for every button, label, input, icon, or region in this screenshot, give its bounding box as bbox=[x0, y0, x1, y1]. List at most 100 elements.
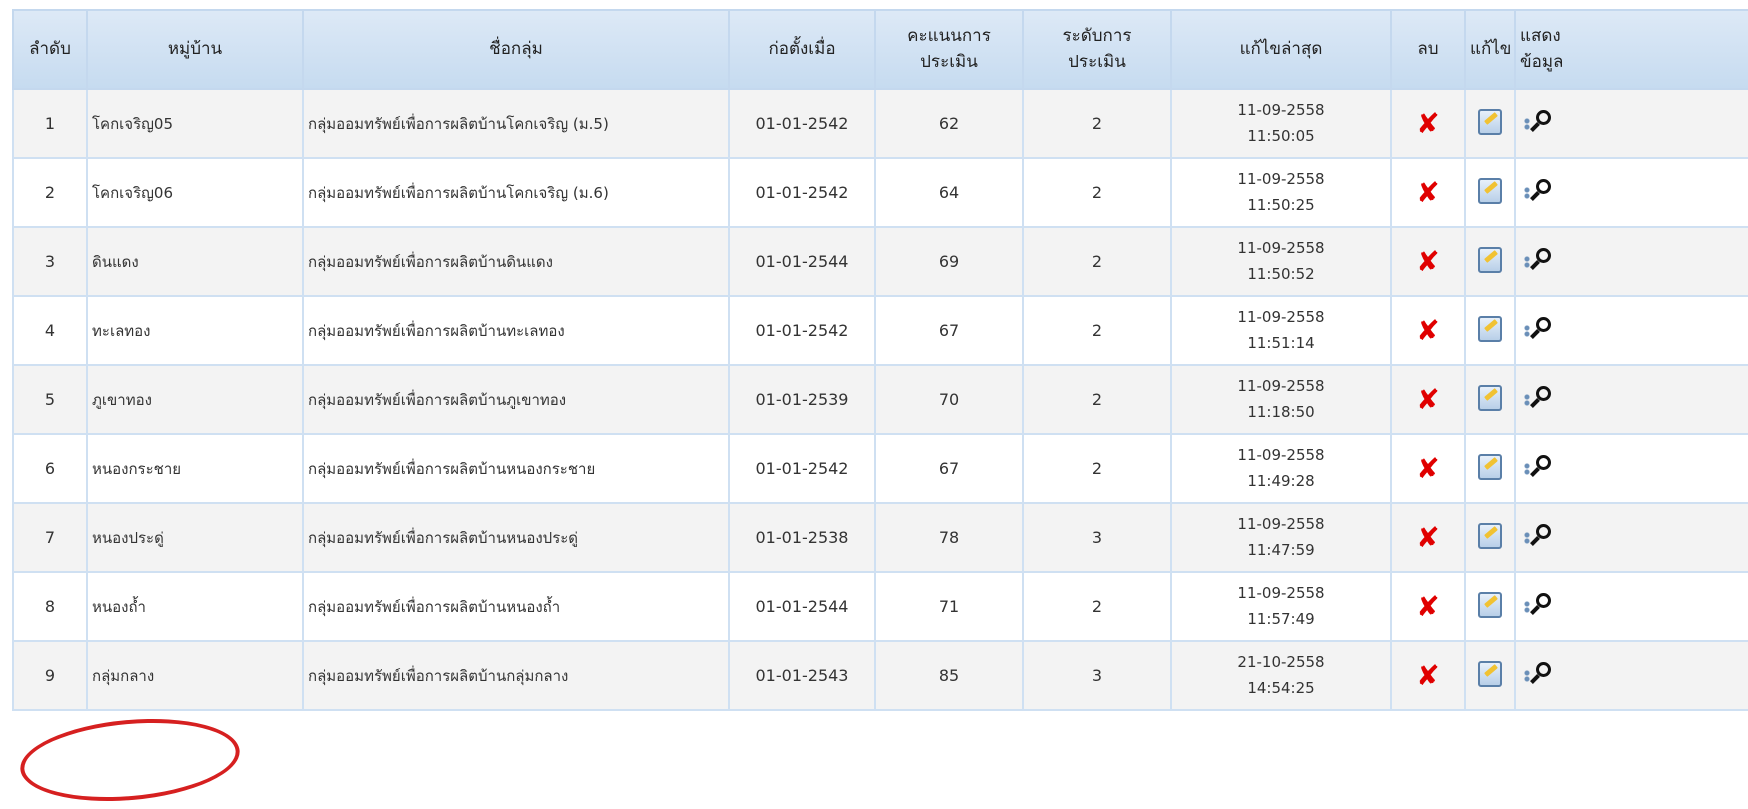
cell-delete: ✘ bbox=[1390, 88, 1466, 159]
view-magnifier-icon[interactable] bbox=[1524, 523, 1558, 548]
cell-level: 2 bbox=[1022, 157, 1172, 228]
table-row: 2 โคกเจริญ06 กลุ่มออมทรัพย์เพื่อการผลิตบ… bbox=[12, 157, 1748, 228]
last-edit-date: 11-09-2558 bbox=[1237, 584, 1325, 602]
delete-x-icon[interactable]: ✘ bbox=[1416, 316, 1439, 345]
last-edit-date: 11-09-2558 bbox=[1237, 377, 1325, 395]
view-dots bbox=[1524, 669, 1530, 682]
cell-show bbox=[1514, 364, 1748, 435]
cell-village: หนองกระชาย bbox=[86, 433, 304, 504]
cell-last-edit: 11-09-2558 11:47:59 bbox=[1170, 502, 1392, 573]
cell-show bbox=[1514, 640, 1748, 711]
view-magnifier-icon[interactable] bbox=[1524, 661, 1558, 686]
cell-level: 3 bbox=[1022, 640, 1172, 711]
view-magnifier-icon[interactable] bbox=[1524, 178, 1558, 203]
last-edit-date: 11-09-2558 bbox=[1237, 446, 1325, 464]
edit-pencil-icon[interactable] bbox=[1478, 522, 1502, 549]
table-row: 8 หนองถ้ำ กลุ่มออมทรัพย์เพื่อการผลิตบ้าน… bbox=[12, 571, 1748, 642]
view-handle bbox=[1530, 190, 1540, 201]
last-edit-date: 11-09-2558 bbox=[1237, 515, 1325, 533]
delete-x-icon[interactable]: ✘ bbox=[1416, 523, 1439, 552]
cell-order: 4 bbox=[12, 295, 88, 366]
cell-village: โคกเจริญ06 bbox=[86, 157, 304, 228]
cell-group-name: กลุ่มออมทรัพย์เพื่อการผลิตบ้านทะเลทอง bbox=[302, 295, 730, 366]
view-handle bbox=[1530, 673, 1540, 684]
cell-level: 2 bbox=[1022, 88, 1172, 159]
cell-last-edit: 11-09-2558 11:50:52 bbox=[1170, 226, 1392, 297]
cell-level: 3 bbox=[1022, 502, 1172, 573]
last-edit-time: 11:47:59 bbox=[1247, 540, 1315, 559]
view-dots bbox=[1524, 531, 1530, 544]
edit-pencil-icon[interactable] bbox=[1478, 591, 1502, 618]
delete-x-icon[interactable]: ✘ bbox=[1416, 247, 1439, 276]
cell-founded: 01-01-2539 bbox=[728, 364, 876, 435]
cell-founded: 01-01-2544 bbox=[728, 571, 876, 642]
edit-pencil-icon[interactable] bbox=[1478, 315, 1502, 342]
cell-score: 67 bbox=[874, 295, 1024, 366]
last-edit-time: 14:54:25 bbox=[1247, 678, 1315, 697]
last-edit-date: 11-09-2558 bbox=[1237, 239, 1325, 257]
cell-show bbox=[1514, 571, 1748, 642]
cell-level: 2 bbox=[1022, 433, 1172, 504]
delete-x-icon[interactable]: ✘ bbox=[1416, 661, 1439, 690]
view-dots bbox=[1524, 255, 1530, 268]
view-magnifier-icon[interactable] bbox=[1524, 247, 1558, 272]
cell-edit bbox=[1464, 433, 1516, 504]
delete-x-icon[interactable]: ✘ bbox=[1416, 385, 1439, 414]
cell-delete: ✘ bbox=[1390, 295, 1466, 366]
header-score-line2: ประเมิน bbox=[920, 51, 978, 72]
view-dots bbox=[1524, 462, 1530, 475]
view-magnifier-icon[interactable] bbox=[1524, 316, 1558, 341]
header-level-line2: ประเมิน bbox=[1068, 51, 1126, 72]
cell-delete: ✘ bbox=[1390, 433, 1466, 504]
view-handle bbox=[1530, 535, 1540, 546]
cell-last-edit: 11-09-2558 11:50:05 bbox=[1170, 88, 1392, 159]
delete-x-icon[interactable]: ✘ bbox=[1416, 178, 1439, 207]
table-row: 9 กลุ่มกลาง กลุ่มออมทรัพย์เพื่อการผลิตบ้… bbox=[12, 640, 1748, 711]
cell-last-edit: 11-09-2558 11:18:50 bbox=[1170, 364, 1392, 435]
cell-edit bbox=[1464, 157, 1516, 228]
cell-order: 8 bbox=[12, 571, 88, 642]
view-handle bbox=[1530, 604, 1540, 615]
delete-x-icon[interactable]: ✘ bbox=[1416, 109, 1439, 138]
view-dots bbox=[1524, 186, 1530, 199]
view-magnifier-icon[interactable] bbox=[1524, 385, 1558, 410]
header-last-edit: แก้ไขล่าสุด bbox=[1170, 9, 1392, 90]
cell-order: 9 bbox=[12, 640, 88, 711]
cell-score: 69 bbox=[874, 226, 1024, 297]
table-row: 5 ภูเขาทอง กลุ่มออมทรัพย์เพื่อการผลิตบ้า… bbox=[12, 364, 1748, 435]
cell-last-edit: 11-09-2558 11:51:14 bbox=[1170, 295, 1392, 366]
cell-edit bbox=[1464, 226, 1516, 297]
view-handle bbox=[1530, 466, 1540, 477]
view-magnifier-icon[interactable] bbox=[1524, 454, 1558, 479]
cell-score: 62 bbox=[874, 88, 1024, 159]
cell-order: 6 bbox=[12, 433, 88, 504]
edit-pencil-icon[interactable] bbox=[1478, 453, 1502, 480]
cell-group-name: กลุ่มออมทรัพย์เพื่อการผลิตบ้านหนองกระชาย bbox=[302, 433, 730, 504]
cell-edit bbox=[1464, 88, 1516, 159]
cell-show bbox=[1514, 157, 1748, 228]
view-magnifier-icon[interactable] bbox=[1524, 592, 1558, 617]
view-magnifier-icon[interactable] bbox=[1524, 109, 1558, 134]
edit-pencil-icon[interactable] bbox=[1478, 177, 1502, 204]
cell-edit bbox=[1464, 295, 1516, 366]
cell-village: หนองประดู่ bbox=[86, 502, 304, 573]
edit-pencil-icon[interactable] bbox=[1478, 660, 1502, 687]
edit-pencil-icon[interactable] bbox=[1478, 246, 1502, 273]
table-row: 6 หนองกระชาย กลุ่มออมทรัพย์เพื่อการผลิตบ… bbox=[12, 433, 1748, 504]
cell-group-name: กลุ่มออมทรัพย์เพื่อการผลิตบ้านหนองถ้ำ bbox=[302, 571, 730, 642]
edit-pencil-icon[interactable] bbox=[1478, 108, 1502, 135]
delete-x-icon[interactable]: ✘ bbox=[1416, 592, 1439, 621]
delete-x-icon[interactable]: ✘ bbox=[1416, 454, 1439, 483]
cell-founded: 01-01-2538 bbox=[728, 502, 876, 573]
last-edit-time: 11:18:50 bbox=[1247, 402, 1315, 421]
cell-show bbox=[1514, 502, 1748, 573]
cell-group-name: กลุ่มออมทรัพย์เพื่อการผลิตบ้านกลุ่มกลาง bbox=[302, 640, 730, 711]
cell-level: 2 bbox=[1022, 571, 1172, 642]
cell-edit bbox=[1464, 502, 1516, 573]
cell-order: 7 bbox=[12, 502, 88, 573]
edit-pencil-icon[interactable] bbox=[1478, 384, 1502, 411]
cell-score: 64 bbox=[874, 157, 1024, 228]
view-dots bbox=[1524, 117, 1530, 130]
cell-score: 70 bbox=[874, 364, 1024, 435]
view-handle bbox=[1530, 121, 1540, 132]
